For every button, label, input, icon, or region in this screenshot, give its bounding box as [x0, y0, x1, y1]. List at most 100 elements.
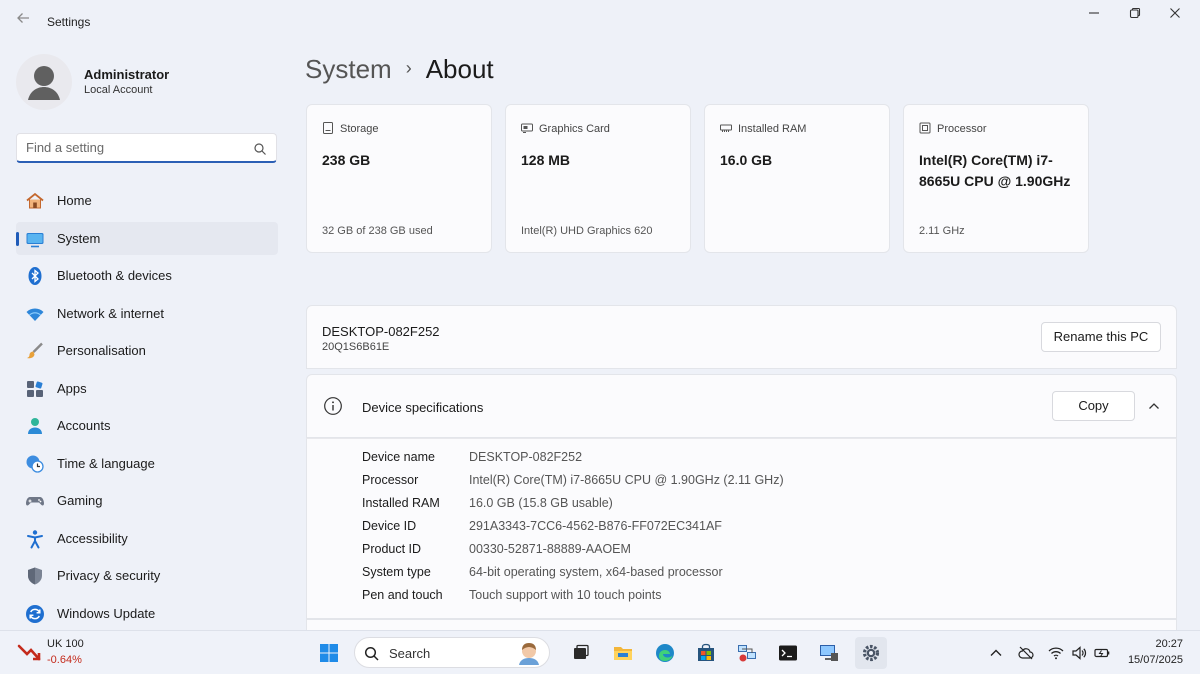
stock-down-icon[interactable]: [17, 641, 41, 665]
device-specifications-list: Device name DESKTOP-082F252 Processor Inte…: [306, 438, 1177, 619]
ram-icon: [720, 124, 732, 132]
minimize-button[interactable]: [1076, 4, 1112, 26]
terminal-icon: [779, 645, 797, 661]
spec-key: Processor: [362, 473, 419, 487]
sidebar-item-apps[interactable]: Apps: [16, 372, 278, 405]
search-box[interactable]: [16, 133, 277, 163]
settings-taskbar-button[interactable]: [855, 637, 887, 669]
battery-icon[interactable]: [1094, 645, 1110, 661]
processor-icon: [919, 122, 931, 134]
copy-button[interactable]: Copy: [1052, 391, 1135, 421]
file-explorer-icon: [614, 647, 632, 660]
sidebar-item-label: Network & internet: [57, 305, 164, 321]
avatar[interactable]: [16, 54, 72, 110]
processor-card[interactable]: Processor Intel(R) Core(TM) i7-8665U CPU…: [903, 104, 1089, 253]
wifi-icon[interactable]: [1048, 645, 1064, 661]
spec-value[interactable]: 16.0 GB (15.8 GB usable): [469, 496, 613, 510]
accounts-icon: [28, 418, 42, 434]
sidebar-item-label: Accounts: [57, 418, 111, 433]
settings-icon: [862, 644, 880, 662]
taskbar: UK 100 -0.64% Search 20:27 15/07/2025: [0, 630, 1200, 674]
edge-icon: [656, 644, 674, 662]
sidebar-item-time-language[interactable]: Time & language: [16, 447, 278, 480]
breadcrumb-separator: ›: [405, 58, 412, 78]
sidebar-item-home[interactable]: Home: [16, 184, 278, 217]
spec-value[interactable]: 00330-52871-88889-AAOEM: [469, 542, 631, 556]
spec-value[interactable]: Touch support with 10 touch points: [469, 588, 661, 602]
file-explorer-button[interactable]: [607, 637, 639, 669]
sidebar-item-label: Home: [57, 193, 92, 208]
shield-icon: [28, 567, 42, 585]
sidebar-item-windows-update[interactable]: Windows Update: [16, 597, 278, 630]
user-icon: [28, 66, 60, 100]
stock-name[interactable]: UK 100: [47, 638, 84, 650]
card-title: Installed RAM: [738, 123, 807, 135]
spec-value[interactable]: Intel(R) Core(TM) i7-8665U CPU @ 1.90GHz…: [469, 473, 784, 487]
card-title: Graphics Card: [539, 123, 610, 135]
card-value: Intel(R) Core(TM) i7-8665U CPU @ 1.90GHz: [919, 152, 1071, 189]
cloud-icon[interactable]: [1018, 645, 1034, 661]
spec-value[interactable]: DESKTOP-082F252: [469, 450, 582, 464]
chevron-up-icon[interactable]: [988, 645, 1004, 661]
stock-change[interactable]: -0.64%: [47, 654, 82, 666]
apps-icon: [27, 380, 43, 397]
rename-pc-button[interactable]: Rename this PC: [1041, 322, 1161, 352]
sidebar-item-label: Time & language: [57, 455, 155, 471]
card-subtitle: 2.11 GHz: [919, 225, 965, 237]
search-input[interactable]: [26, 140, 246, 155]
sidebar-item-personalisation[interactable]: Personalisation: [16, 334, 278, 367]
remote-desktop-button[interactable]: [813, 637, 845, 669]
spec-value[interactable]: 291A3343-7CC6-4562-B876-FF072EC341AF: [469, 519, 722, 533]
speaker-icon[interactable]: [1071, 645, 1087, 661]
sidebar-nav: Home System Bluetooth & devices Network …: [16, 184, 278, 634]
graphics-card-card[interactable]: Graphics Card 128 MB Intel(R) UHD Graphi…: [505, 104, 691, 253]
restore-icon: [1129, 7, 1141, 19]
chevron-up-icon[interactable]: [1147, 399, 1161, 413]
arrow-left-icon: [17, 13, 29, 23]
pc-model: 20Q1S6B61E: [322, 341, 390, 353]
task-view-button[interactable]: [565, 637, 597, 669]
update-icon: [26, 604, 44, 623]
system-icon: [26, 232, 44, 247]
spec-key: Installed RAM: [362, 496, 440, 510]
device-specifications-header[interactable]: Device specifications Copy: [306, 374, 1177, 438]
restore-button[interactable]: [1117, 4, 1153, 26]
card-subtitle: Intel(R) UHD Graphics 620: [521, 225, 653, 237]
sidebar-item-label: Apps: [57, 380, 87, 396]
start-icon: [320, 644, 338, 662]
home-icon: [26, 192, 44, 209]
store-icon: [698, 643, 714, 661]
pc-name-panel: DESKTOP-082F252 20Q1S6B61E Rename this P…: [306, 305, 1177, 369]
sidebar-item-system[interactable]: System: [16, 221, 278, 255]
sidebar-item-network[interactable]: Network & internet: [16, 297, 278, 330]
storage-card[interactable]: Storage 238 GB 32 GB of 238 GB used: [306, 104, 492, 253]
clock-time[interactable]: 20:27: [1155, 638, 1183, 650]
back-button[interactable]: [12, 10, 34, 32]
search-icon: [364, 646, 379, 661]
page-title: About: [425, 54, 494, 84]
sidebar-item-gaming[interactable]: Gaming: [16, 484, 278, 517]
sidebar-item-label: Bluetooth & devices: [57, 268, 172, 283]
sidebar-item-accounts[interactable]: Accounts: [16, 409, 278, 442]
spec-key: Device name: [362, 450, 435, 464]
close-button[interactable]: [1157, 4, 1193, 26]
clock-globe-icon: [26, 455, 44, 473]
sidebar-item-label: Personalisation: [57, 343, 146, 358]
breadcrumb-parent[interactable]: System: [305, 54, 392, 84]
terminal-button[interactable]: [772, 637, 804, 669]
spec-value[interactable]: 64-bit operating system, x64-based proce…: [469, 565, 723, 579]
start-button[interactable]: [313, 637, 345, 669]
edge-button[interactable]: [649, 637, 681, 669]
sidebar-item-privacy[interactable]: Privacy & security: [16, 559, 278, 592]
sidebar-item-bluetooth[interactable]: Bluetooth & devices: [16, 259, 278, 292]
network-tool-icon: [738, 645, 756, 662]
taskbar-search[interactable]: Search: [354, 637, 550, 668]
network-tool-button[interactable]: [731, 637, 763, 669]
bluetooth-icon: [28, 267, 42, 285]
clock-date[interactable]: 15/07/2025: [1128, 654, 1183, 666]
spec-key: System type: [362, 565, 431, 579]
sidebar-item-accessibility[interactable]: Accessibility: [16, 522, 278, 555]
remote-desktop-icon: [820, 645, 838, 661]
store-button[interactable]: [690, 637, 722, 669]
installed-ram-card[interactable]: Installed RAM 16.0 GB: [704, 104, 890, 253]
